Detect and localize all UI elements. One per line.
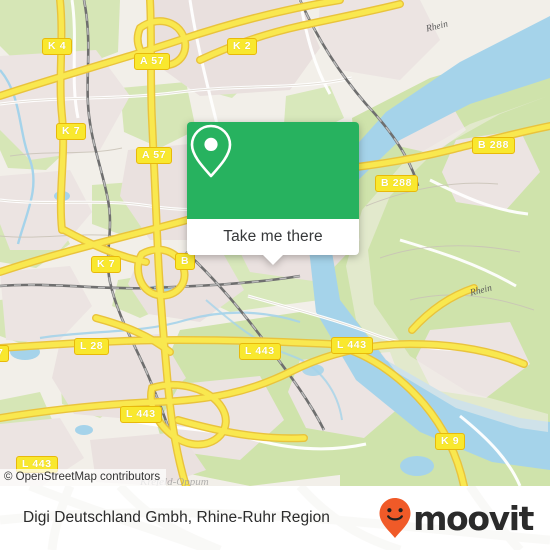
road-shield-l443-center[interactable]: L 443 — [239, 343, 281, 360]
moovit-smiley-pin-icon — [379, 498, 411, 538]
road-shield-b-clipped[interactable]: B — [175, 253, 196, 270]
page-title: Digi Deutschland Gmbh, Rhine-Ruhr Region — [23, 509, 330, 526]
road-shield-b288-east[interactable]: B 288 — [472, 137, 516, 154]
map-pin-icon — [190, 124, 232, 178]
road-shield-k4[interactable]: K 4 — [42, 38, 73, 55]
destination-popup[interactable]: Take me there — [187, 122, 359, 265]
moovit-logo[interactable]: moovit — [378, 497, 534, 539]
road-shield-l28[interactable]: L 28 — [74, 338, 110, 355]
road-shield-k2[interactable]: K 2 — [227, 38, 258, 55]
road-shield-b288-west[interactable]: B 288 — [375, 175, 419, 192]
moovit-wordmark: moovit — [413, 498, 534, 538]
road-shield-a57-north[interactable]: A 57 — [134, 53, 171, 70]
road-shield-l443-west[interactable]: L 443 — [120, 406, 162, 423]
road-shield-l443-east[interactable]: L 443 — [331, 337, 373, 354]
popup-header — [187, 122, 359, 219]
map-canvas[interactable]: Rhein Rhein Krefeld-Oppum K 4 A 57 K 2 K… — [0, 0, 550, 486]
road-shield-k7-north[interactable]: K 7 — [56, 123, 87, 140]
road-shield-a57-mid[interactable]: A 57 — [136, 147, 173, 164]
map-attribution[interactable]: © OpenStreetMap contributors — [0, 469, 167, 486]
road-shield-7-clipped[interactable]: 7 — [0, 345, 10, 362]
popup-tail — [262, 254, 284, 265]
road-shield-k9[interactable]: K 9 — [435, 433, 466, 450]
road-shield-k7-mid[interactable]: K 7 — [91, 256, 122, 273]
popup-action-label[interactable]: Take me there — [187, 219, 359, 255]
map-screenshot: Rhein Rhein Krefeld-Oppum K 4 A 57 K 2 K… — [0, 0, 550, 550]
footer-bar: Digi Deutschland Gmbh, Rhine-Ruhr Region… — [0, 486, 550, 550]
